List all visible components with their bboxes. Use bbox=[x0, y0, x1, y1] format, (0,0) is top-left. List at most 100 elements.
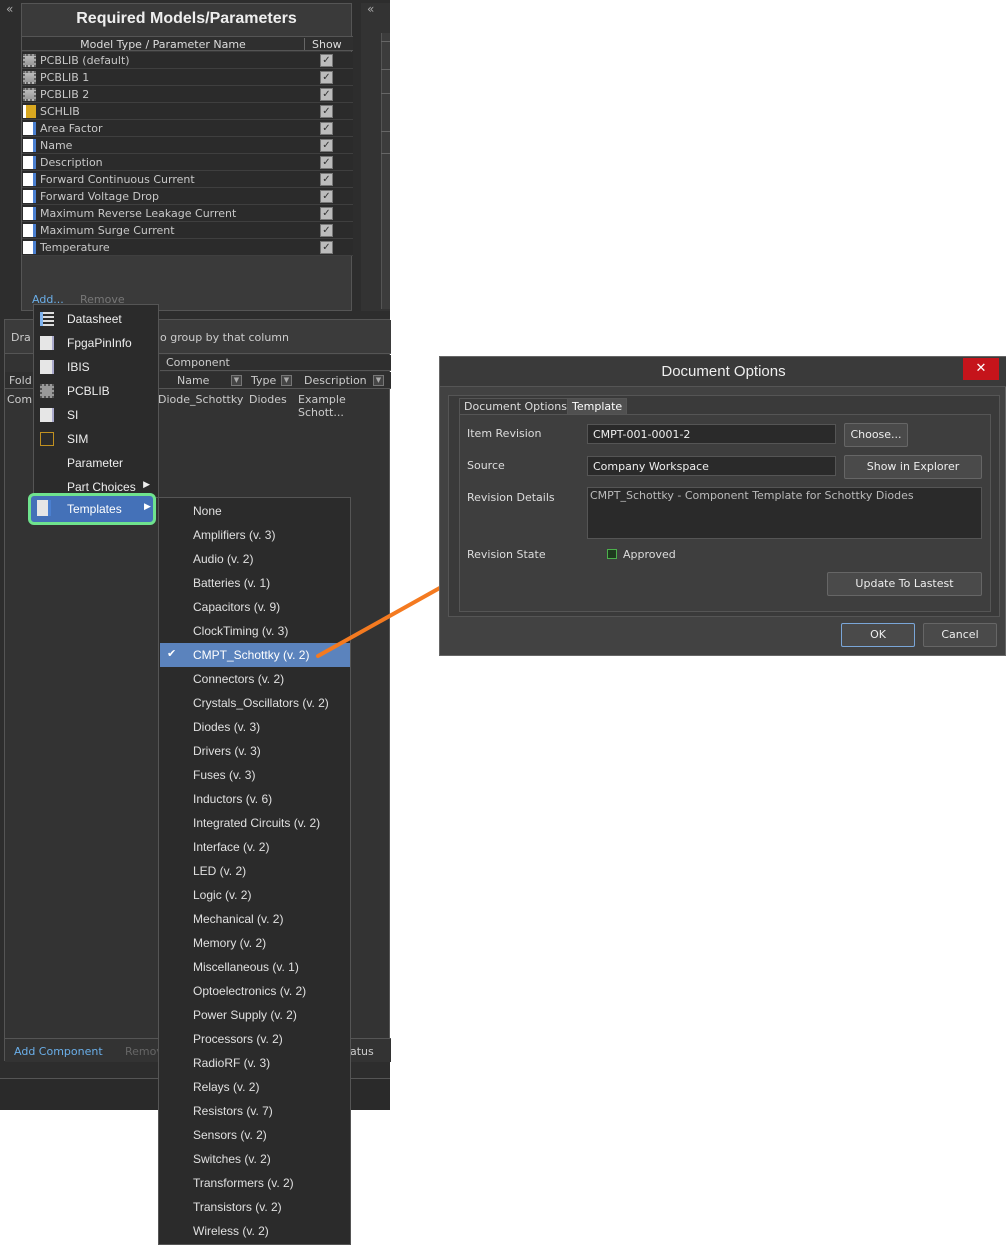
template-menu-item[interactable]: Wireless (v. 2) bbox=[160, 1219, 350, 1243]
menu-item-ibis[interactable]: IBIS bbox=[34, 355, 158, 379]
template-label: Memory (v. 2) bbox=[193, 936, 267, 950]
collapse-left-icon[interactable]: « bbox=[6, 3, 13, 15]
list-item[interactable]: Area Factor ✓ bbox=[22, 120, 353, 137]
template-menu-item[interactable]: Crystals_Oscillators (v. 2) bbox=[160, 691, 350, 715]
list-item[interactable]: Forward Continuous Current ✓ bbox=[22, 171, 353, 188]
show-checkbox[interactable]: ✓ bbox=[320, 190, 333, 203]
list-item[interactable]: Name ✓ bbox=[22, 137, 353, 154]
menu-item-label: FpgaPinInfo bbox=[67, 336, 132, 350]
template-menu-item[interactable]: Resistors (v. 7) bbox=[160, 1099, 350, 1123]
datasheet-icon bbox=[40, 312, 54, 326]
choose-button[interactable]: Choose... bbox=[844, 423, 908, 447]
template-menu-item[interactable]: Power Supply (v. 2) bbox=[160, 1003, 350, 1027]
template-menu-item[interactable]: Inductors (v. 6) bbox=[160, 787, 350, 811]
template-menu-item[interactable]: Miscellaneous (v. 1) bbox=[160, 955, 350, 979]
menu-item-datasheet[interactable]: Datasheet bbox=[34, 307, 158, 331]
show-checkbox[interactable]: ✓ bbox=[320, 88, 333, 101]
template-menu-item[interactable]: Switches (v. 2) bbox=[160, 1147, 350, 1171]
side-divider bbox=[381, 69, 390, 70]
filter-name-icon[interactable]: ▼ bbox=[231, 375, 242, 386]
list-item[interactable]: Description ✓ bbox=[22, 154, 353, 171]
column-type[interactable]: Type bbox=[251, 374, 276, 387]
template-menu-item[interactable]: Integrated Circuits (v. 2) bbox=[160, 811, 350, 835]
collapse-right-icon[interactable]: « bbox=[367, 3, 374, 15]
revision-details-field[interactable]: CMPT_Schottky - Component Template for S… bbox=[587, 487, 982, 539]
template-menu-item[interactable]: Optoelectronics (v. 2) bbox=[160, 979, 350, 1003]
show-checkbox[interactable]: ✓ bbox=[320, 139, 333, 152]
status-label: atus bbox=[350, 1045, 374, 1058]
template-menu-item[interactable]: Logic (v. 2) bbox=[160, 883, 350, 907]
template-menu-item[interactable]: Interface (v. 2) bbox=[160, 835, 350, 859]
template-menu-item[interactable]: Transformers (v. 2) bbox=[160, 1171, 350, 1195]
menu-item-si[interactable]: SI bbox=[34, 403, 158, 427]
template-label: Power Supply (v. 2) bbox=[193, 1008, 297, 1022]
template-menu-item[interactable]: Processors (v. 2) bbox=[160, 1027, 350, 1051]
parameter-label: Area Factor bbox=[40, 122, 103, 135]
revision-state-label: Revision State bbox=[467, 548, 546, 561]
template-menu-item[interactable]: Connectors (v. 2) bbox=[160, 667, 350, 691]
list-item[interactable]: PCBLIB (default) ✓ bbox=[22, 52, 353, 69]
parameter-document-icon bbox=[23, 156, 36, 169]
column-description[interactable]: Description bbox=[304, 374, 367, 387]
parameter-document-icon bbox=[23, 173, 36, 186]
show-checkbox[interactable]: ✓ bbox=[320, 224, 333, 237]
template-menu-item[interactable]: Fuses (v. 3) bbox=[160, 763, 350, 787]
filter-description-icon[interactable]: ▼ bbox=[373, 375, 384, 386]
show-checkbox[interactable]: ✓ bbox=[320, 122, 333, 135]
show-checkbox[interactable]: ✓ bbox=[320, 156, 333, 169]
show-checkbox[interactable]: ✓ bbox=[320, 71, 333, 84]
parameter-document-icon bbox=[23, 139, 36, 152]
show-in-explorer-button[interactable]: Show in Explorer bbox=[844, 455, 982, 479]
list-item[interactable]: PCBLIB 1 ✓ bbox=[22, 69, 353, 86]
update-to-latest-button[interactable]: Update To Lastest bbox=[827, 572, 982, 596]
column-name[interactable]: Name bbox=[177, 374, 209, 387]
show-checkbox[interactable]: ✓ bbox=[320, 105, 333, 118]
list-item[interactable]: Maximum Surge Current ✓ bbox=[22, 222, 353, 239]
template-menu-item[interactable]: Amplifiers (v. 3) bbox=[160, 523, 350, 547]
tab-document-options[interactable]: Document Options bbox=[459, 398, 572, 414]
menu-item-templates[interactable]: Templates ▶ bbox=[28, 493, 156, 525]
show-checkbox[interactable]: ✓ bbox=[320, 173, 333, 186]
template-label: Inductors (v. 6) bbox=[193, 792, 273, 806]
list-item[interactable]: Forward Voltage Drop ✓ bbox=[22, 188, 353, 205]
template-label: Relays (v. 2) bbox=[193, 1080, 260, 1094]
menu-item-fpgapininfo[interactable]: FpgaPinInfo bbox=[34, 331, 158, 355]
template-menu-item[interactable]: Diodes (v. 3) bbox=[160, 715, 350, 739]
close-button[interactable]: ✕ bbox=[963, 358, 999, 380]
template-label: Crystals_Oscillators (v. 2) bbox=[193, 696, 329, 710]
cancel-button[interactable]: Cancel bbox=[923, 623, 997, 647]
template-menu-item[interactable]: LED (v. 2) bbox=[160, 859, 350, 883]
menu-item-sim[interactable]: SIM bbox=[34, 427, 158, 451]
filter-type-icon[interactable]: ▼ bbox=[281, 375, 292, 386]
source-field[interactable]: Company Workspace bbox=[587, 456, 836, 476]
template-menu-item[interactable]: Relays (v. 2) bbox=[160, 1075, 350, 1099]
show-checkbox[interactable]: ✓ bbox=[320, 54, 333, 67]
column-show[interactable]: Show bbox=[312, 38, 342, 51]
template-menu-item[interactable]: RadioRF (v. 3) bbox=[160, 1051, 350, 1075]
add-component-link[interactable]: Add Component bbox=[14, 1045, 103, 1058]
templates-icon bbox=[37, 500, 51, 516]
side-scrollbar[interactable] bbox=[381, 33, 390, 309]
menu-item-parameter[interactable]: Parameter bbox=[34, 451, 158, 475]
item-revision-field[interactable]: CMPT-001-0001-2 bbox=[587, 424, 836, 444]
template-menu-item[interactable]: Drivers (v. 3) bbox=[160, 739, 350, 763]
template-menu-item[interactable]: Sensors (v. 2) bbox=[160, 1123, 350, 1147]
column-folder[interactable]: Fold bbox=[9, 374, 32, 387]
menu-item-pcblib[interactable]: PCBLIB bbox=[34, 379, 158, 403]
template-label: LED (v. 2) bbox=[193, 864, 247, 878]
show-checkbox[interactable]: ✓ bbox=[320, 241, 333, 254]
list-item[interactable]: SCHLIB ✓ bbox=[22, 103, 353, 120]
show-checkbox[interactable]: ✓ bbox=[320, 207, 333, 220]
column-model-type[interactable]: Model Type / Parameter Name bbox=[22, 38, 304, 51]
template-menu-item[interactable]: Mechanical (v. 2) bbox=[160, 907, 350, 931]
tab-template[interactable]: Template bbox=[567, 398, 628, 414]
template-menu-item[interactable]: None bbox=[160, 499, 350, 523]
list-item[interactable]: Maximum Reverse Leakage Current ✓ bbox=[22, 205, 353, 222]
template-menu-item[interactable]: Transistors (v. 2) bbox=[160, 1195, 350, 1219]
list-item[interactable]: Temperature ✓ bbox=[22, 239, 353, 256]
template-menu-item[interactable]: Memory (v. 2) bbox=[160, 931, 350, 955]
document-icon bbox=[40, 360, 54, 374]
template-label: ClockTiming (v. 3) bbox=[193, 624, 289, 638]
list-item[interactable]: PCBLIB 2 ✓ bbox=[22, 86, 353, 103]
ok-button[interactable]: OK bbox=[841, 623, 915, 647]
